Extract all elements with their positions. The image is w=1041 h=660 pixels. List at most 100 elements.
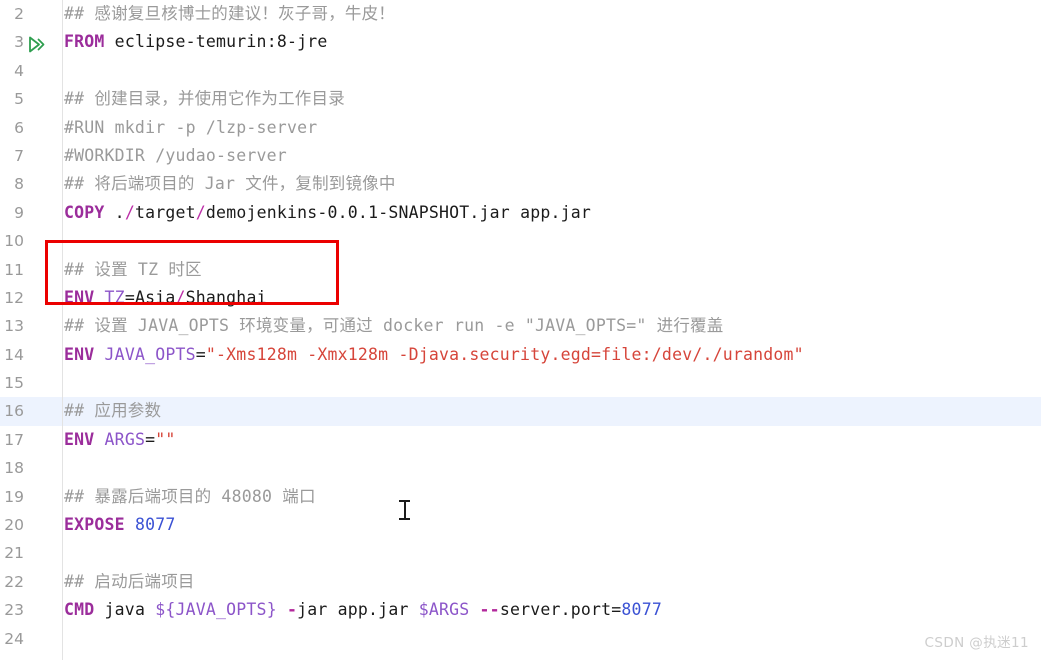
line-gutter[interactable]: 11	[0, 256, 62, 284]
code-line-content[interactable]: ## 创建目录，并使用它作为工作目录	[64, 85, 345, 113]
code-line-content[interactable]: COPY ./target/demojenkins-0.0.1-SNAPSHOT…	[64, 199, 591, 227]
code-line-content[interactable]: ## 暴露后端项目的 48080 端口	[64, 483, 316, 511]
text-cursor-ibeam	[399, 499, 410, 521]
code-line[interactable]: 4	[0, 57, 1041, 85]
code-line-content[interactable]: ENV ARGS=""	[64, 426, 176, 454]
line-gutter[interactable]: 4	[0, 57, 62, 85]
code-line[interactable]: 16 ## 应用参数	[0, 397, 1041, 426]
code-token: JAVA_OPTS	[104, 344, 196, 364]
code-line[interactable]: 7 #WORKDIR /yudao-server	[0, 142, 1041, 170]
line-gutter[interactable]: 17	[0, 426, 62, 454]
code-token: java	[94, 600, 156, 620]
code-line[interactable]: 21	[0, 539, 1041, 567]
code-token: target	[134, 202, 196, 222]
code-token: #RUN mkdir -p /lzp-server	[64, 117, 318, 137]
line-number: 23	[4, 601, 24, 620]
line-gutter[interactable]: 23	[0, 596, 62, 624]
code-line[interactable]: 18	[0, 454, 1041, 482]
code-line[interactable]: 2 ## 感谢复旦核博士的建议！灰子哥，牛皮！	[0, 0, 1041, 28]
code-line[interactable]: 3 FROM eclipse-temurin:8-jre	[0, 28, 1041, 56]
line-number: 17	[4, 430, 24, 449]
line-number: 9	[14, 203, 24, 222]
code-token: -	[286, 600, 298, 620]
code-token: ## 创建目录，并使用它作为工作目录	[64, 89, 345, 109]
line-gutter[interactable]: 6	[0, 114, 62, 142]
code-line[interactable]: 24	[0, 625, 1041, 653]
code-line[interactable]: 23 CMD java ${JAVA_OPTS} -jar app.jar $AR…	[0, 596, 1041, 624]
line-gutter[interactable]: 15	[0, 369, 62, 397]
code-line-content[interactable]: ## 设置 TZ 时区	[64, 256, 202, 284]
line-number: 20	[4, 516, 24, 535]
code-line[interactable]: 17 ENV ARGS=""	[0, 426, 1041, 454]
code-line-content[interactable]: FROM eclipse-temurin:8-jre	[64, 28, 328, 56]
code-token: jar app.jar	[297, 600, 419, 620]
code-line-content[interactable]: ENV TZ=Asia/Shanghai	[64, 284, 267, 312]
code-token: FROM	[64, 32, 105, 52]
line-gutter[interactable]: 5	[0, 85, 62, 113]
code-token: ## 启动后端项目	[64, 571, 195, 591]
line-number: 19	[4, 487, 24, 506]
code-line-content[interactable]: ## 将后端项目的 Jar 文件，复制到镜像中	[64, 170, 396, 198]
code-line[interactable]: 19 ## 暴露后端项目的 48080 端口	[0, 483, 1041, 511]
line-gutter[interactable]: 2	[0, 0, 62, 28]
code-line[interactable]: 5 ## 创建目录，并使用它作为工作目录	[0, 85, 1041, 113]
code-line[interactable]: 13 ## 设置 JAVA_OPTS 环境变量，可通过 docker run -e…	[0, 312, 1041, 340]
code-line-content[interactable]: ENV JAVA_OPTS="-Xms128m -Xmx128m -Djava.…	[64, 341, 804, 369]
code-editor-screenshot: 2 ## 感谢复旦核博士的建议！灰子哥，牛皮！ 3 FROM eclipse-temu…	[0, 0, 1041, 660]
code-token: ## 感谢复旦核博士的建议！灰子哥，牛皮！	[64, 4, 396, 23]
code-line-content[interactable]: #WORKDIR /yudao-server	[64, 142, 287, 170]
line-gutter[interactable]: 20	[0, 511, 62, 539]
line-gutter[interactable]: 9	[0, 199, 62, 227]
line-gutter[interactable]: 14	[0, 341, 62, 369]
code-token: ## 将后端项目的 Jar 文件，复制到镜像中	[64, 174, 396, 194]
code-line[interactable]: 22 ## 启动后端项目	[0, 568, 1041, 596]
gutter-divider	[61, 0, 63, 660]
code-token: ""	[155, 429, 176, 449]
code-line[interactable]: 10	[0, 227, 1041, 255]
line-gutter[interactable]: 12	[0, 284, 62, 312]
line-gutter[interactable]: 7	[0, 142, 62, 170]
line-number: 2	[14, 5, 24, 23]
code-line[interactable]: 6 #RUN mkdir -p /lzp-server	[0, 114, 1041, 142]
code-line-content[interactable]: CMD java ${JAVA_OPTS} -jar app.jar $ARGS…	[64, 596, 662, 624]
code-token: COPY	[64, 202, 105, 222]
code-token: ENV	[64, 344, 95, 364]
code-line[interactable]: 8 ## 将后端项目的 Jar 文件，复制到镜像中	[0, 170, 1041, 198]
line-number: 21	[4, 544, 24, 563]
code-token: demojenkins-0.0.1-SNAPSHOT.jar app.jar	[205, 202, 592, 222]
line-gutter[interactable]: 19	[0, 483, 62, 511]
code-token: /	[175, 287, 186, 307]
code-line[interactable]: 14 ENV JAVA_OPTS="-Xms128m -Xmx128m -Djav…	[0, 341, 1041, 369]
code-line[interactable]: 15	[0, 369, 1041, 397]
code-line[interactable]: 11 ## 设置 TZ 时区	[0, 256, 1041, 284]
code-line-content[interactable]: ## 启动后端项目	[64, 568, 195, 596]
line-gutter[interactable]: 18	[0, 454, 62, 482]
code-editor-pane[interactable]: 2 ## 感谢复旦核博士的建议！灰子哥，牛皮！ 3 FROM eclipse-temu…	[0, 0, 1041, 660]
code-token: ## 暴露后端项目的 48080 端口	[64, 486, 316, 506]
code-token: ${JAVA_OPTS}	[155, 600, 277, 620]
line-number: 12	[4, 288, 24, 307]
code-line[interactable]: 12 ENV TZ=Asia/Shanghai	[0, 284, 1041, 312]
line-gutter[interactable]: 13	[0, 312, 62, 340]
line-gutter[interactable]: 22	[0, 568, 62, 596]
line-gutter[interactable]: 10	[0, 227, 62, 255]
line-gutter[interactable]: 16	[0, 397, 62, 425]
code-token: #WORKDIR /yudao-server	[64, 145, 287, 165]
code-line[interactable]: 9 COPY ./target/demojenkins-0.0.1-SNAPSHO…	[0, 199, 1041, 227]
line-gutter[interactable]: 3	[0, 28, 62, 56]
code-line-content[interactable]: ## 应用参数	[64, 397, 161, 425]
code-line-content[interactable]: ## 感谢复旦核博士的建议！灰子哥，牛皮！	[64, 0, 395, 28]
code-line-content[interactable]: ## 设置 JAVA_OPTS 环境变量，可通过 docker run -e "…	[64, 312, 723, 340]
line-gutter[interactable]: 8	[0, 170, 62, 198]
run-configuration-icon[interactable]	[28, 34, 46, 53]
line-gutter[interactable]: 21	[0, 539, 62, 567]
code-line[interactable]: 20 EXPOSE 8077	[0, 511, 1041, 539]
code-line-content[interactable]: EXPOSE 8077	[64, 511, 176, 539]
line-gutter[interactable]: 24	[0, 625, 62, 653]
code-token: Shanghai	[185, 287, 267, 307]
code-line-content[interactable]: #RUN mkdir -p /lzp-server	[64, 114, 317, 142]
